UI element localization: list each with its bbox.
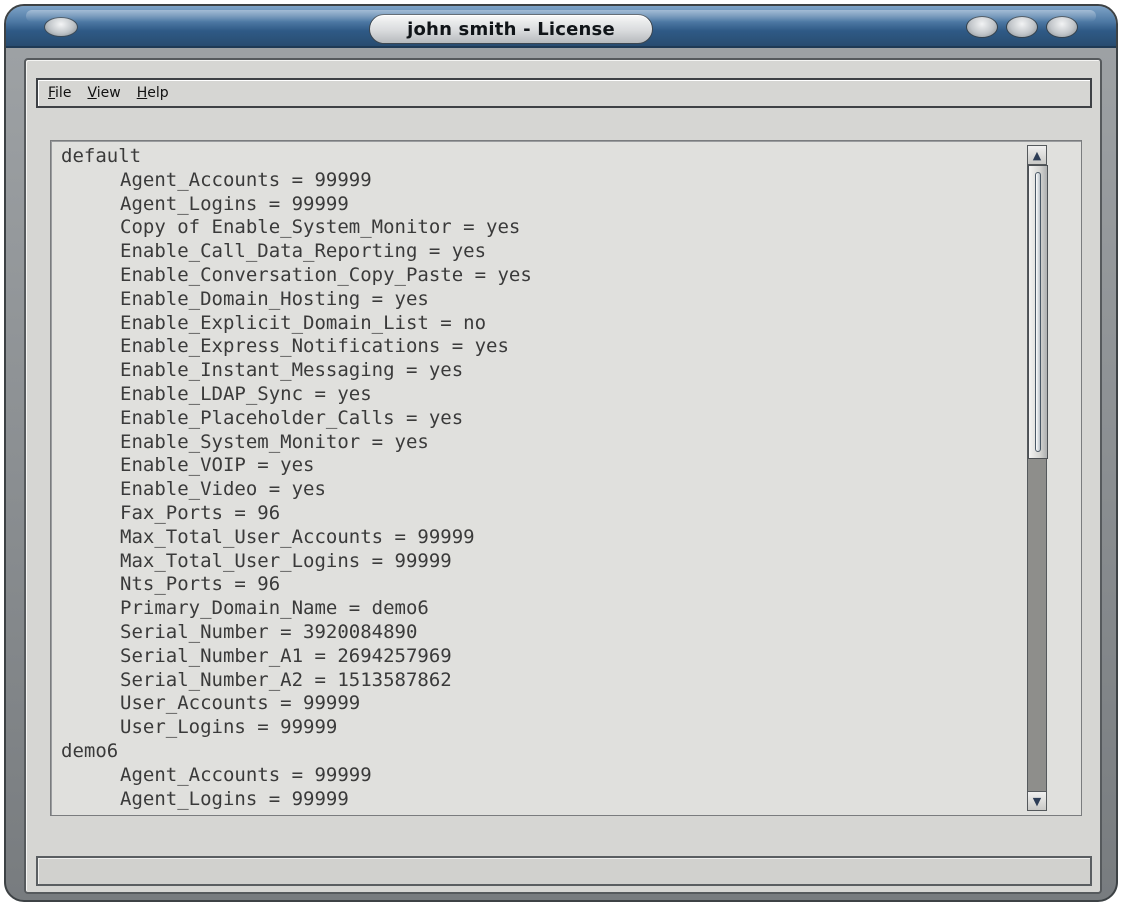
license-text-content[interactable]: default Agent_Accounts = 99999 Agent_Login… xyxy=(61,145,1021,813)
license-entry-line: Serial_Number = 3920084890 xyxy=(120,620,418,643)
license-entry-line: Enable_Domain_Hosting = yes xyxy=(120,287,429,310)
menu-file[interactable]: File xyxy=(48,85,71,101)
license-window: john smith - License File View Help defa… xyxy=(4,4,1118,902)
license-entry-line: Enable_Call_Data_Reporting = yes xyxy=(120,240,487,263)
license-entry-line: Agent_Logins = 99999 xyxy=(120,787,349,810)
menu-help-label: elp xyxy=(147,85,169,101)
menu-view[interactable]: View xyxy=(87,85,120,101)
scroll-down-button[interactable]: ▼ xyxy=(1027,791,1047,811)
scroll-up-button[interactable]: ▲ xyxy=(1027,145,1047,165)
license-text-area[interactable]: default Agent_Accounts = 99999 Agent_Login… xyxy=(50,140,1082,816)
license-entry-line: Max_Total_User_Logins = 99999 xyxy=(120,549,452,572)
license-entry-line: Copy of Enable_System_Monitor = yes xyxy=(120,216,521,239)
license-section-header: demo6 xyxy=(61,739,119,762)
license-entry-line: Enable_Explicit_Domain_List = no xyxy=(120,311,487,334)
license-entry-line: Enable_Instant_Messaging = yes xyxy=(120,359,464,382)
title-bar[interactable]: john smith - License xyxy=(6,6,1116,48)
menu-help-mnemonic: H xyxy=(136,85,148,101)
menu-bar: File View Help xyxy=(36,78,1092,108)
license-entry-line: Serial_Number_A2 = 1513587862 xyxy=(120,668,452,691)
license-entry-line: Enable_VOIP = yes xyxy=(120,454,315,477)
menu-view-mnemonic: V xyxy=(87,85,97,101)
menu-file-label: ile xyxy=(55,85,72,101)
menu-view-label: iew xyxy=(96,85,121,101)
client-area: File View Help default Agent_Accounts = 9… xyxy=(24,58,1102,894)
license-entry-line: Enable_LDAP_Sync = yes xyxy=(120,382,372,405)
close-button[interactable] xyxy=(1046,16,1078,38)
license-entry-line: Agent_Logins = 99999 xyxy=(120,192,349,215)
license-entry-line: Enable_Placeholder_Calls = yes xyxy=(120,406,464,429)
minimize-button[interactable] xyxy=(966,16,998,38)
scroll-thumb[interactable] xyxy=(1028,165,1048,459)
menu-help[interactable]: Help xyxy=(137,85,169,101)
license-section-header: default xyxy=(61,145,142,167)
license-entry-line: User_Logins = 99999 xyxy=(120,716,338,739)
license-entry-line: Fax_Ports = 96 xyxy=(120,501,281,524)
license-entry-line: Enable_Conversation_Copy_Paste = yes xyxy=(120,263,532,286)
scroll-track[interactable] xyxy=(1027,165,1048,791)
license-entry-line: Nts_Ports = 96 xyxy=(120,573,281,596)
status-bar xyxy=(36,856,1092,886)
menu-file-mnemonic: F xyxy=(48,85,56,101)
license-entry-line: Agent_Accounts = 99999 xyxy=(120,168,372,191)
license-entry-line: Enable_Video = yes xyxy=(120,478,326,501)
license-entry-line: Primary_Domain_Name = demo6 xyxy=(120,597,429,620)
window-title: john smith - License xyxy=(407,18,615,40)
scroll-grip xyxy=(1035,172,1041,452)
license-entry-line: Agent_Accounts = 99999 xyxy=(120,763,372,786)
license-entry-line: Serial_Number_A1 = 2694257969 xyxy=(120,644,452,667)
triangle-down-icon: ▼ xyxy=(1032,794,1042,808)
license-entry-line: Enable_Express_Notifications = yes xyxy=(120,335,509,358)
maximize-button[interactable] xyxy=(1006,16,1038,38)
window-menu-icon[interactable] xyxy=(44,17,78,37)
license-entry-line: Max_Total_User_Accounts = 99999 xyxy=(120,525,475,548)
license-entry-line: Enable_System_Monitor = yes xyxy=(120,430,429,453)
license-entry-line: User_Accounts = 99999 xyxy=(120,692,361,715)
triangle-up-icon: ▲ xyxy=(1032,148,1042,162)
vertical-scrollbar[interactable]: ▲ ▼ xyxy=(1027,145,1048,811)
title-pill: john smith - License xyxy=(369,14,653,44)
